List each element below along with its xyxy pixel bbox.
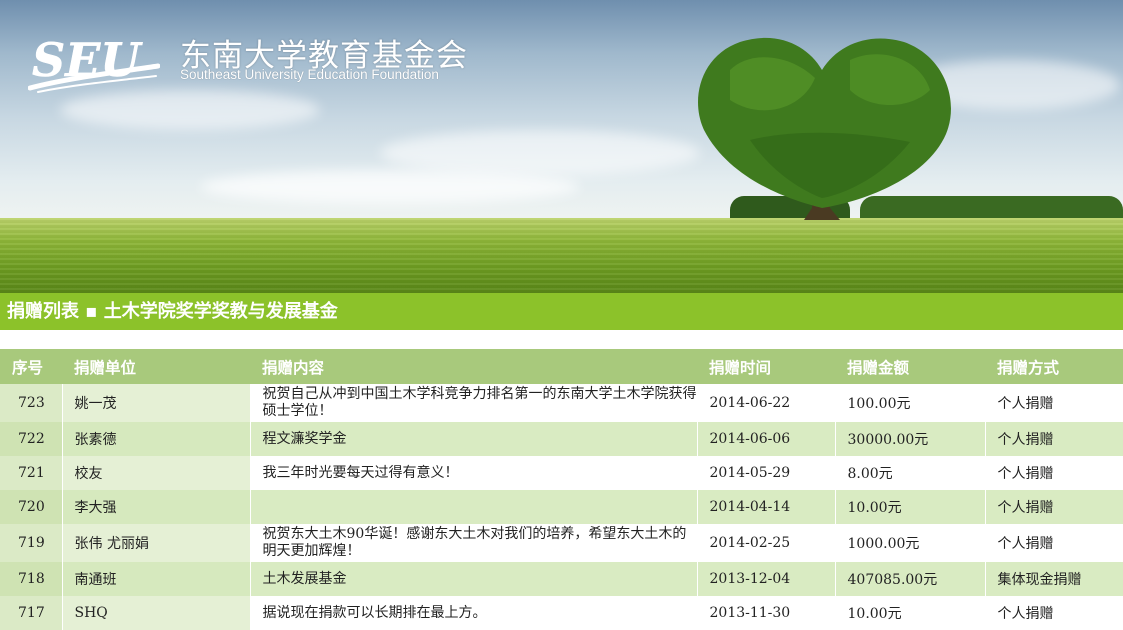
cell-method: 个人捐赠 — [985, 456, 1123, 490]
cell-amount: 10.00元 — [835, 490, 986, 524]
table-row: 718 南通班 土木发展基金 2013-12-04 407085.00元 集体现… — [0, 562, 1123, 596]
cell-amount: 407085.00元 — [835, 562, 986, 596]
table-row: 722 张素德 程文濂奖学金 2014-06-06 30000.00元 个人捐赠 — [0, 422, 1123, 456]
table-row: 717 SHQ 据说现在捐款可以长期排在最上方。 2013-11-30 10.0… — [0, 596, 1123, 630]
cell-method: 个人捐赠 — [985, 384, 1123, 422]
section-title-bar: 捐赠列表 ▪ 土木学院奖学奖教与发展基金 — [0, 293, 1123, 330]
column-header-no: 序号 — [0, 349, 62, 384]
cell-amount: 30000.00元 — [835, 422, 986, 456]
cell-amount: 10.00元 — [835, 596, 986, 630]
cell-method: 个人捐赠 — [985, 422, 1123, 456]
cell-content: 祝贺自己从冲到中国土木学科竞争力排名第一的东南大学土木学院获得硕士学位！ — [250, 384, 698, 422]
cell-donor: 张伟 尤丽娟 — [62, 524, 251, 562]
cell-method: 个人捐赠 — [985, 596, 1123, 630]
cell-no: 720 — [0, 490, 63, 524]
cell-method: 集体现金捐赠 — [985, 562, 1123, 596]
cloud — [380, 130, 700, 176]
table-header-row: 序号 捐赠单位 捐赠内容 捐赠时间 捐赠金额 捐赠方式 — [0, 349, 1123, 384]
cell-donor: 姚一茂 — [62, 384, 251, 422]
section-title: 捐赠列表 ▪ 土木学院奖学奖教与发展基金 — [7, 301, 338, 322]
cell-donor: 张素德 — [62, 422, 251, 456]
cell-amount: 8.00元 — [835, 456, 986, 490]
cell-content: 据说现在捐款可以长期排在最上方。 — [250, 596, 698, 630]
cell-no: 719 — [0, 524, 63, 562]
cell-no: 717 — [0, 596, 63, 630]
cell-date: 2014-06-22 — [697, 384, 836, 422]
cell-donor: 校友 — [62, 456, 251, 490]
cell-content: 我三年时光要每天过得有意义！ — [250, 456, 698, 490]
cell-amount: 1000.00元 — [835, 524, 986, 562]
heart-tree-illustration — [698, 37, 951, 220]
column-header-method: 捐赠方式 — [985, 349, 1123, 384]
org-name-en: Southeast University Education Foundatio… — [180, 67, 439, 82]
cell-date: 2014-06-06 — [697, 422, 836, 456]
grass-field-texture — [0, 218, 1123, 293]
cell-date: 2013-11-30 — [697, 596, 836, 630]
column-header-content: 捐赠内容 — [250, 349, 697, 384]
column-header-amount: 捐赠金额 — [835, 349, 985, 384]
cell-donor: SHQ — [62, 596, 251, 630]
cell-donor: 李大强 — [62, 490, 251, 524]
donation-list: 序号 捐赠单位 捐赠内容 捐赠时间 捐赠金额 捐赠方式 723 姚一茂 祝贺自己… — [0, 349, 1123, 630]
cell-date: 2014-04-14 — [697, 490, 836, 524]
header-banner: SEU 东南大学教育基金会 Southeast University Educa… — [0, 0, 1123, 293]
cell-method: 个人捐赠 — [985, 524, 1123, 562]
cell-content: 祝贺东大土木90华诞！感谢东大土木对我们的培养，希望东大土木的明天更加辉煌！ — [250, 524, 698, 562]
cell-date: 2013-12-04 — [697, 562, 836, 596]
column-header-date: 捐赠时间 — [697, 349, 835, 384]
table-row: 719 张伟 尤丽娟 祝贺东大土木90华诞！感谢东大土木对我们的培养，希望东大土… — [0, 524, 1123, 562]
donation-table: 序号 捐赠单位 捐赠内容 捐赠时间 捐赠金额 捐赠方式 723 姚一茂 祝贺自己… — [0, 349, 1123, 630]
table-row: 720 李大强 2014-04-14 10.00元 个人捐赠 — [0, 490, 1123, 524]
cell-date: 2014-05-29 — [697, 456, 836, 490]
cell-no: 722 — [0, 422, 63, 456]
cell-no: 721 — [0, 456, 63, 490]
cell-donor: 南通班 — [62, 562, 251, 596]
cell-no: 718 — [0, 562, 63, 596]
table-row: 721 校友 我三年时光要每天过得有意义！ 2014-05-29 8.00元 个… — [0, 456, 1123, 490]
cell-no: 723 — [0, 384, 63, 422]
column-header-donor: 捐赠单位 — [62, 349, 250, 384]
seu-logo[interactable]: SEU — [27, 26, 161, 98]
cloud — [200, 170, 580, 204]
cell-date: 2014-02-25 — [697, 524, 836, 562]
cell-content — [250, 490, 698, 524]
cell-content: 土木发展基金 — [250, 562, 698, 596]
cell-content: 程文濂奖学金 — [250, 422, 698, 456]
table-row: 723 姚一茂 祝贺自己从冲到中国土木学科竞争力排名第一的东南大学土木学院获得硕… — [0, 384, 1123, 422]
cell-amount: 100.00元 — [835, 384, 986, 422]
cell-method: 个人捐赠 — [985, 490, 1123, 524]
